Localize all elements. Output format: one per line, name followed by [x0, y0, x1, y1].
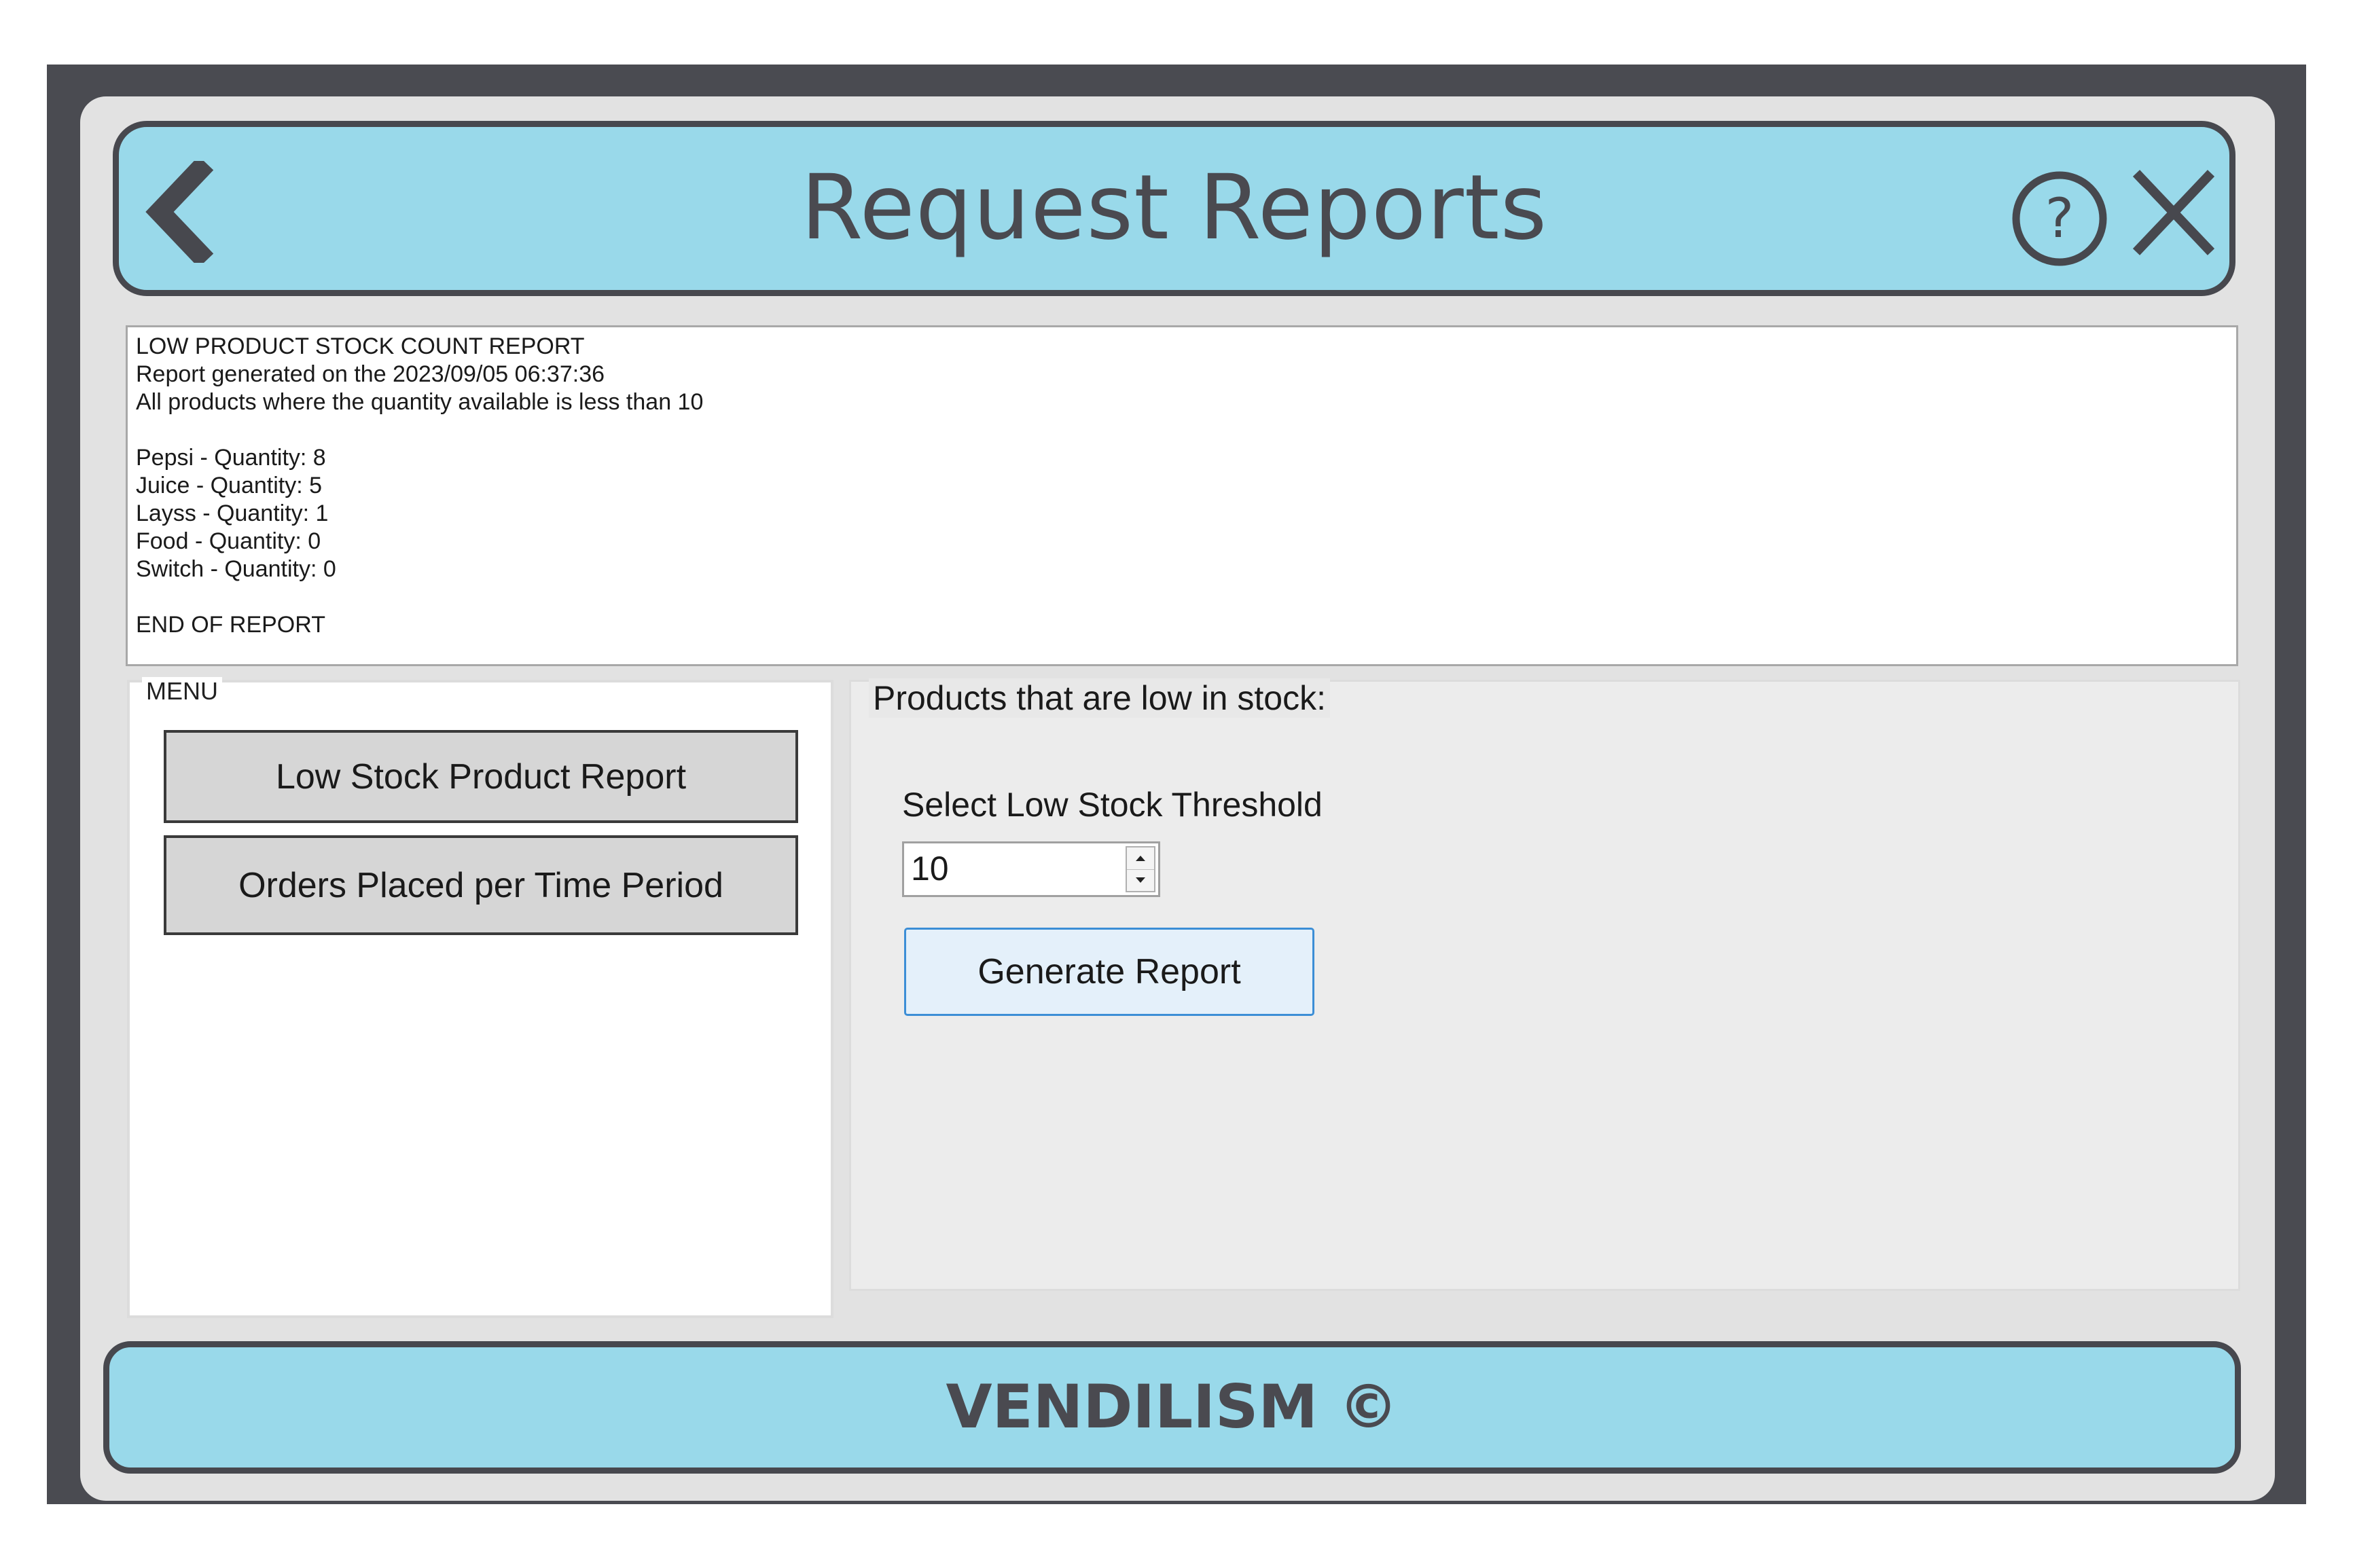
menu-groupbox: MENU Low Stock Product Report Orders Pla…	[127, 677, 833, 1318]
options-groupbox: Products that are low in stock: Select L…	[849, 678, 2240, 1291]
report-line: END OF REPORT	[136, 612, 325, 638]
options-caption: Products that are low in stock:	[869, 678, 1330, 718]
report-line: Food - Quantity: 0	[136, 528, 321, 554]
header-bar: Request Reports ?	[113, 121, 2235, 296]
report-output[interactable]: LOW PRODUCT STOCK COUNT REPORT Report ge…	[126, 325, 2238, 666]
report-line: Pepsi - Quantity: 8	[136, 445, 326, 471]
report-line: Report generated on the 2023/09/05 06:37…	[136, 361, 605, 387]
threshold-stepper[interactable]: 10	[902, 841, 1160, 897]
threshold-label: Select Low Stock Threshold	[902, 786, 1323, 824]
spin-up-icon[interactable]	[1127, 847, 1154, 870]
page-title: Request Reports	[800, 156, 1548, 260]
report-line	[136, 583, 2228, 611]
low-stock-report-button[interactable]: Low Stock Product Report	[164, 730, 798, 823]
report-line: All products where the quantity availabl…	[136, 389, 704, 415]
footer-brand: VENDILISM ©	[946, 1372, 1399, 1442]
close-icon[interactable]	[2130, 166, 2218, 259]
orders-per-period-button[interactable]: Orders Placed per Time Period	[164, 835, 798, 935]
question-circle-icon[interactable]: ?	[2010, 169, 2109, 268]
report-line: Switch - Quantity: 0	[136, 556, 336, 582]
report-line: LOW PRODUCT STOCK COUNT REPORT	[136, 333, 585, 359]
spin-down-icon[interactable]	[1127, 869, 1154, 891]
threshold-value: 10	[911, 850, 949, 888]
footer-bar: VENDILISM ©	[103, 1341, 2241, 1474]
report-line: Layss - Quantity: 1	[136, 500, 329, 526]
report-line	[136, 416, 2228, 444]
report-line: Juice - Quantity: 5	[136, 473, 323, 498]
spinner	[1126, 846, 1155, 892]
svg-text:?: ?	[2045, 187, 2074, 250]
generate-report-button[interactable]: Generate Report	[904, 928, 1314, 1016]
menu-caption: MENU	[142, 677, 222, 706]
